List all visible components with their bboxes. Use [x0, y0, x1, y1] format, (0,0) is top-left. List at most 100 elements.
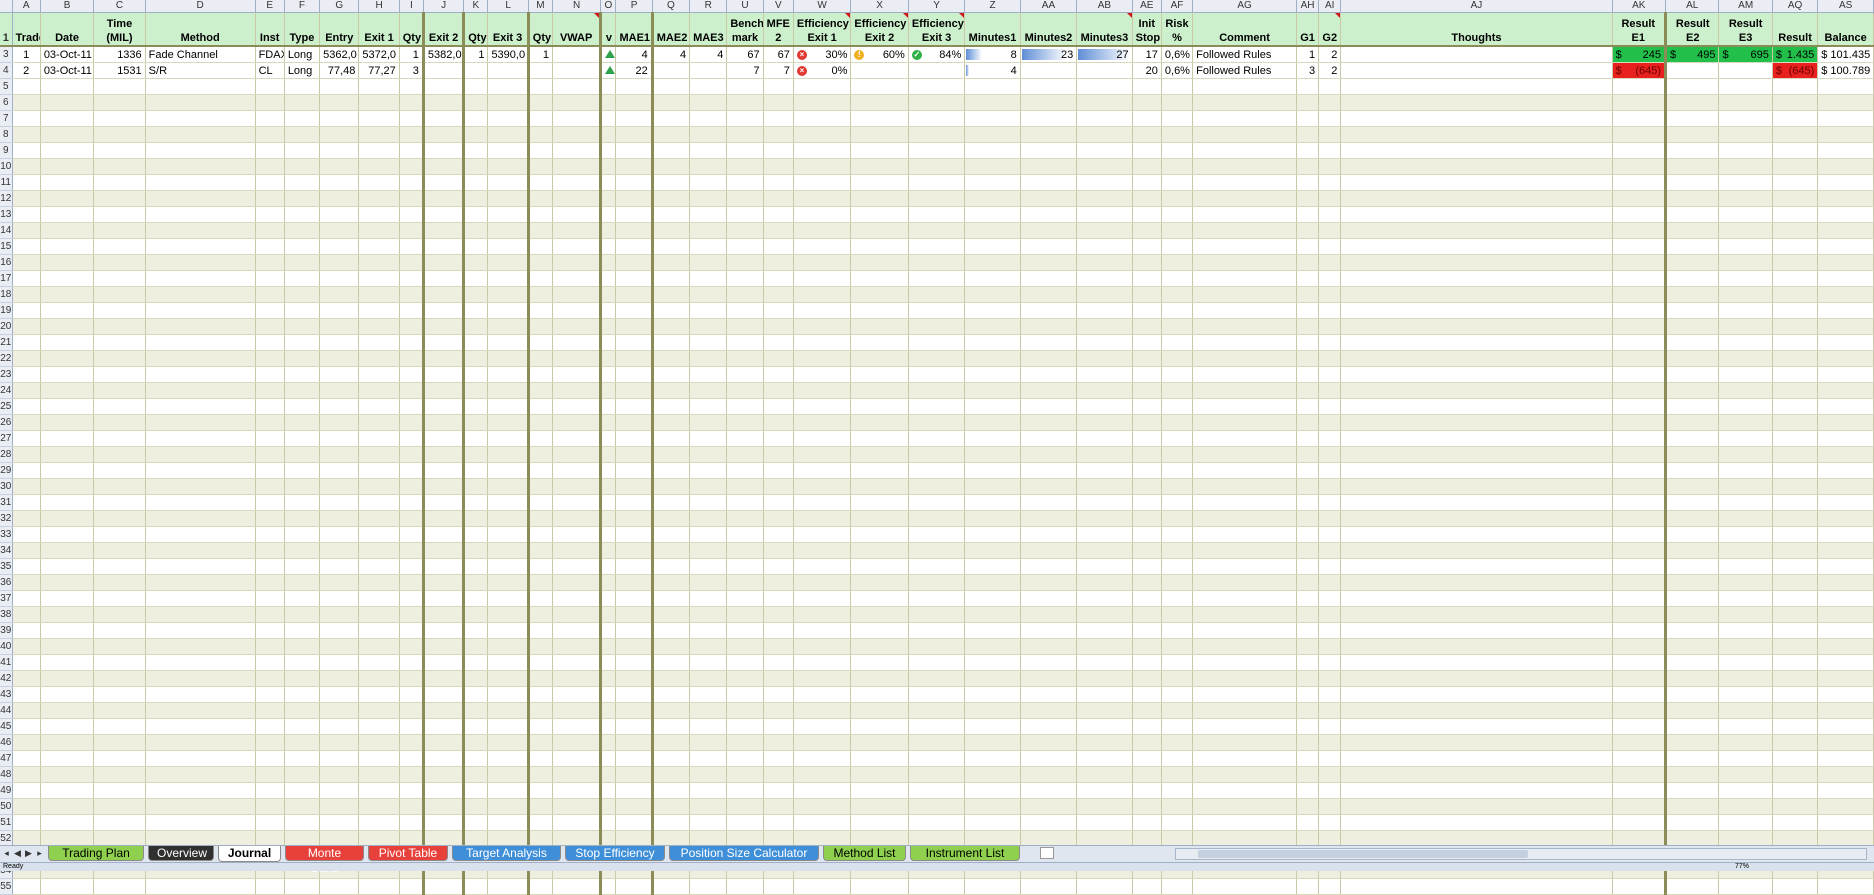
empty-cell[interactable] [358, 318, 400, 335]
empty-cell[interactable] [793, 78, 852, 95]
empty-cell[interactable] [463, 766, 489, 783]
empty-cell[interactable] [1665, 126, 1720, 143]
empty-cell[interactable] [463, 638, 489, 655]
empty-cell[interactable] [1020, 878, 1078, 895]
empty-cell[interactable] [1340, 558, 1613, 575]
empty-cell[interactable] [319, 638, 360, 655]
empty-cell[interactable] [528, 254, 553, 271]
empty-cell[interactable] [793, 878, 852, 895]
empty-cell[interactable] [689, 126, 728, 143]
empty-cell[interactable] [1718, 174, 1773, 191]
empty-cell[interactable] [552, 94, 603, 111]
empty-cell[interactable] [12, 478, 41, 495]
column-header[interactable]: I [399, 0, 424, 13]
empty-cell[interactable] [689, 398, 728, 415]
empty-cell[interactable] [1296, 398, 1320, 415]
empty-cell[interactable] [93, 734, 146, 751]
empty-cell[interactable] [1076, 446, 1133, 463]
empty-cell[interactable] [652, 782, 691, 799]
cell-entry[interactable]: 77,48 [319, 62, 360, 79]
empty-cell[interactable] [528, 286, 553, 303]
empty-cell[interactable] [850, 286, 909, 303]
empty-cell[interactable] [1612, 382, 1668, 399]
empty-cell[interactable] [793, 510, 852, 527]
empty-cell[interactable] [1718, 398, 1773, 415]
empty-cell[interactable] [1192, 670, 1297, 687]
empty-cell[interactable] [1340, 606, 1613, 623]
empty-cell[interactable] [319, 142, 360, 159]
empty-cell[interactable] [552, 542, 603, 559]
empty-cell[interactable] [600, 382, 617, 399]
empty-cell[interactable] [358, 270, 400, 287]
empty-cell[interactable] [1076, 590, 1133, 607]
empty-cell[interactable] [399, 574, 425, 591]
empty-cell[interactable] [358, 254, 400, 271]
empty-cell[interactable] [284, 318, 321, 335]
cell-eff1[interactable]: × 30% [793, 46, 852, 63]
empty-cell[interactable] [793, 318, 852, 335]
empty-cell[interactable] [964, 446, 1021, 463]
empty-cell[interactable] [964, 734, 1021, 751]
empty-cell[interactable] [964, 206, 1021, 223]
empty-cell[interactable] [652, 350, 691, 367]
empty-cell[interactable] [487, 238, 530, 255]
empty-cell[interactable] [1718, 494, 1773, 511]
empty-cell[interactable] [1076, 638, 1133, 655]
empty-cell[interactable] [552, 718, 603, 735]
empty-cell[interactable] [1076, 94, 1133, 111]
empty-cell[interactable] [284, 142, 321, 159]
empty-cell[interactable] [615, 622, 654, 639]
empty-cell[interactable] [1817, 670, 1874, 687]
empty-cell[interactable] [1192, 270, 1297, 287]
empty-cell[interactable] [689, 510, 728, 527]
column-header[interactable]: AH [1296, 0, 1320, 13]
empty-cell[interactable] [40, 526, 95, 543]
cell-entry[interactable]: 5362,0 [319, 46, 360, 63]
column-header[interactable]: U [726, 0, 764, 13]
empty-cell[interactable] [463, 702, 489, 719]
empty-cell[interactable] [850, 270, 909, 287]
empty-cell[interactable] [1612, 174, 1668, 191]
empty-cell[interactable] [1665, 750, 1720, 767]
empty-cell[interactable] [40, 94, 95, 111]
empty-cell[interactable] [908, 94, 966, 111]
empty-cell[interactable] [1817, 510, 1874, 527]
empty-cell[interactable] [358, 702, 400, 719]
empty-cell[interactable] [319, 878, 360, 895]
empty-cell[interactable] [908, 558, 966, 575]
empty-cell[interactable] [552, 254, 603, 271]
empty-cell[interactable] [463, 430, 489, 447]
empty-cell[interactable] [964, 398, 1021, 415]
empty-cell[interactable] [1296, 654, 1320, 671]
empty-cell[interactable] [463, 446, 489, 463]
column-title[interactable]: Exit 3 [487, 12, 530, 47]
empty-cell[interactable] [689, 798, 728, 815]
empty-cell[interactable] [40, 814, 95, 831]
empty-cell[interactable] [1665, 542, 1720, 559]
empty-cell[interactable] [1161, 478, 1194, 495]
empty-cell[interactable] [40, 494, 95, 511]
empty-cell[interactable] [793, 622, 852, 639]
empty-cell[interactable] [399, 446, 425, 463]
empty-cell[interactable] [689, 478, 728, 495]
empty-cell[interactable] [908, 238, 966, 255]
empty-cell[interactable] [1612, 430, 1668, 447]
empty-cell[interactable] [1718, 510, 1773, 527]
empty-cell[interactable] [652, 494, 691, 511]
cell-init-stop[interactable]: 17 [1132, 46, 1162, 63]
empty-cell[interactable] [908, 878, 966, 895]
empty-cell[interactable] [1718, 94, 1773, 111]
empty-cell[interactable] [463, 814, 489, 831]
empty-cell[interactable] [1192, 462, 1297, 479]
empty-cell[interactable] [528, 878, 553, 895]
empty-cell[interactable] [358, 750, 400, 767]
empty-cell[interactable] [463, 206, 489, 223]
empty-cell[interactable] [1076, 494, 1133, 511]
empty-cell[interactable] [1076, 254, 1133, 271]
empty-cell[interactable] [1192, 558, 1297, 575]
empty-cell[interactable] [1612, 542, 1668, 559]
empty-cell[interactable] [12, 558, 41, 575]
empty-cell[interactable] [423, 382, 466, 399]
column-header[interactable]: N [552, 0, 602, 13]
empty-cell[interactable] [255, 718, 285, 735]
